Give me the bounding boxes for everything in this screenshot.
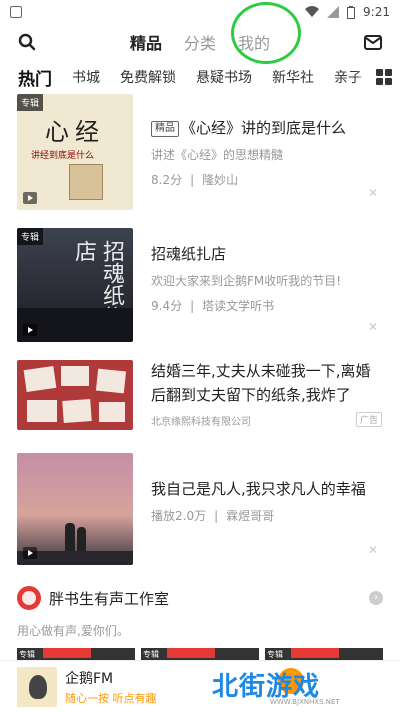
album-cover: 专辑 招魂纸扎店 <box>17 228 133 342</box>
annotation-circle <box>231 2 301 64</box>
album-tag: 专辑 <box>17 94 44 111</box>
cover-artwork <box>69 164 103 200</box>
avatar <box>17 586 41 610</box>
list-item[interactable]: 我自己是凡人,我只求凡人的幸福 播放2.0万 | 霖煜哥哥 ✕ <box>0 453 400 565</box>
item-title: 招魂纸扎店 <box>151 245 227 263</box>
studio-album-thumbs: 专辑 专辑 专辑 <box>17 648 400 660</box>
album-cover: 专辑 心经 讲经到底是什么 <box>17 94 133 210</box>
signal-icon <box>327 6 340 18</box>
tab-categories[interactable]: 分类 <box>184 30 216 54</box>
item-author: 霖煜哥哥 <box>226 509 275 523</box>
category-grid-button[interactable] <box>368 60 400 94</box>
item-info: 招魂纸扎店 欢迎大家来到企鹅FM收听我的节目! 9.4分 | 塔读文学听书 <box>151 242 378 314</box>
category-free-unlock[interactable]: 免费解锁 <box>120 67 176 87</box>
item-meta: 8.2分 | 隆妙山 <box>151 173 239 187</box>
list-item[interactable]: 专辑 招魂纸扎店 招魂纸扎店 欢迎大家来到企鹅FM收听我的节目! 9.4分 | 塔读… <box>0 228 400 346</box>
item-desc: 讲述《心经》的思想精髓 <box>151 148 284 162</box>
ad-title: 结婚三年,丈夫从未碰我一下,离婚后翻到丈夫留下的纸条,我炸了 <box>151 362 371 404</box>
ad-label: 广告 <box>355 412 382 427</box>
studio-name: 胖书生有声工作室 <box>49 589 170 608</box>
item-plays: 播放2.0万 <box>151 509 207 523</box>
wifi-icon <box>305 6 320 17</box>
item-title: 我自己是凡人,我只求凡人的幸福 <box>151 480 366 498</box>
notification-icon <box>10 6 22 18</box>
cover-subtitle: 讲经到底是什么 <box>31 151 95 161</box>
item-desc: 欢迎大家来到企鹅FM收听我的节目! <box>151 274 342 288</box>
cover-title: 心经 <box>45 118 105 146</box>
item-info: 结婚三年,丈夫从未碰我一下,离婚后翻到丈夫留下的纸条,我炸了 北京缘熙科技有限公… <box>151 359 378 428</box>
item-score: 9.4分 <box>151 299 183 313</box>
grid-icon <box>376 69 392 85</box>
status-bar: 9:21 <box>0 0 400 24</box>
ad-company: 北京缘熙科技有限公司 <box>151 417 251 428</box>
list-item[interactable]: 专辑 心经 讲经到底是什么 精品 《心经》讲的到底是什么 讲述《心经》的思想精髓 … <box>0 94 400 214</box>
album-tag: 专辑 <box>17 228 44 245</box>
player-thumbnail <box>17 666 57 707</box>
item-meta: 播放2.0万 | 霖煜哥哥 <box>151 509 275 523</box>
top-bar: 精品 分类 我的 <box>0 24 400 60</box>
item-meta: 9.4分 | 塔读文学听书 <box>151 299 275 313</box>
item-title: 精品 《心经》讲的到底是什么 <box>151 116 378 140</box>
mail-icon[interactable] <box>364 34 382 50</box>
item-author: 塔读文学听书 <box>202 299 275 313</box>
category-suspense[interactable]: 悬疑书场 <box>196 67 252 87</box>
studio-header[interactable]: 胖书生有声工作室 › <box>17 583 383 613</box>
play-icon <box>23 192 37 204</box>
watermark-url: WWW.BJXNHXS.NET <box>270 698 340 706</box>
studio-subtitle: 用心做有声,爱你们。 <box>17 624 129 638</box>
item-score: 8.2分 <box>151 173 183 187</box>
play-icon <box>23 324 37 336</box>
tab-featured[interactable]: 精品 <box>130 30 162 54</box>
ad-image <box>17 360 133 430</box>
category-bookcity[interactable]: 书城 <box>72 67 100 87</box>
ad-item[interactable]: 结婚三年,丈夫从未碰我一下,离婚后翻到丈夫留下的纸条,我炸了 北京缘熙科技有限公… <box>0 360 400 432</box>
category-nav: 热门 书城 免费解锁 悬疑书场 新华社 亲子 <box>0 60 400 94</box>
dismiss-icon[interactable]: ✕ <box>368 543 378 557</box>
play-icon <box>23 547 37 559</box>
album-cover <box>17 453 133 565</box>
dismiss-icon[interactable]: ✕ <box>368 186 378 200</box>
search-icon[interactable] <box>18 33 36 51</box>
player-subtitle: 随心一按 听点有趣 <box>65 691 157 705</box>
battery-icon <box>347 5 356 19</box>
player-title: 企鹅FM <box>65 670 114 687</box>
chevron-right-icon[interactable]: › <box>369 591 383 605</box>
category-xinhua[interactable]: 新华社 <box>272 67 314 87</box>
top-tabs: 精品 分类 我的 <box>0 30 400 54</box>
album-thumb[interactable]: 专辑 <box>265 648 383 660</box>
dismiss-icon[interactable]: ✕ <box>368 320 378 334</box>
item-author: 隆妙山 <box>202 173 239 187</box>
watermark: 北街游戏 WWW.BJXNHXS.NET <box>212 662 382 706</box>
status-time: 9:21 <box>363 5 390 19</box>
item-info: 精品 《心经》讲的到底是什么 讲述《心经》的思想精髓 8.2分 | 隆妙山 <box>151 116 378 188</box>
item-info: 我自己是凡人,我只求凡人的幸福 播放2.0万 | 霖煜哥哥 <box>151 477 378 524</box>
album-thumb[interactable]: 专辑 <box>17 648 135 660</box>
category-hot[interactable]: 热门 <box>18 65 52 90</box>
premium-badge: 精品 <box>151 121 179 137</box>
album-thumb[interactable]: 专辑 <box>141 648 259 660</box>
category-parenting[interactable]: 亲子 <box>334 67 362 87</box>
